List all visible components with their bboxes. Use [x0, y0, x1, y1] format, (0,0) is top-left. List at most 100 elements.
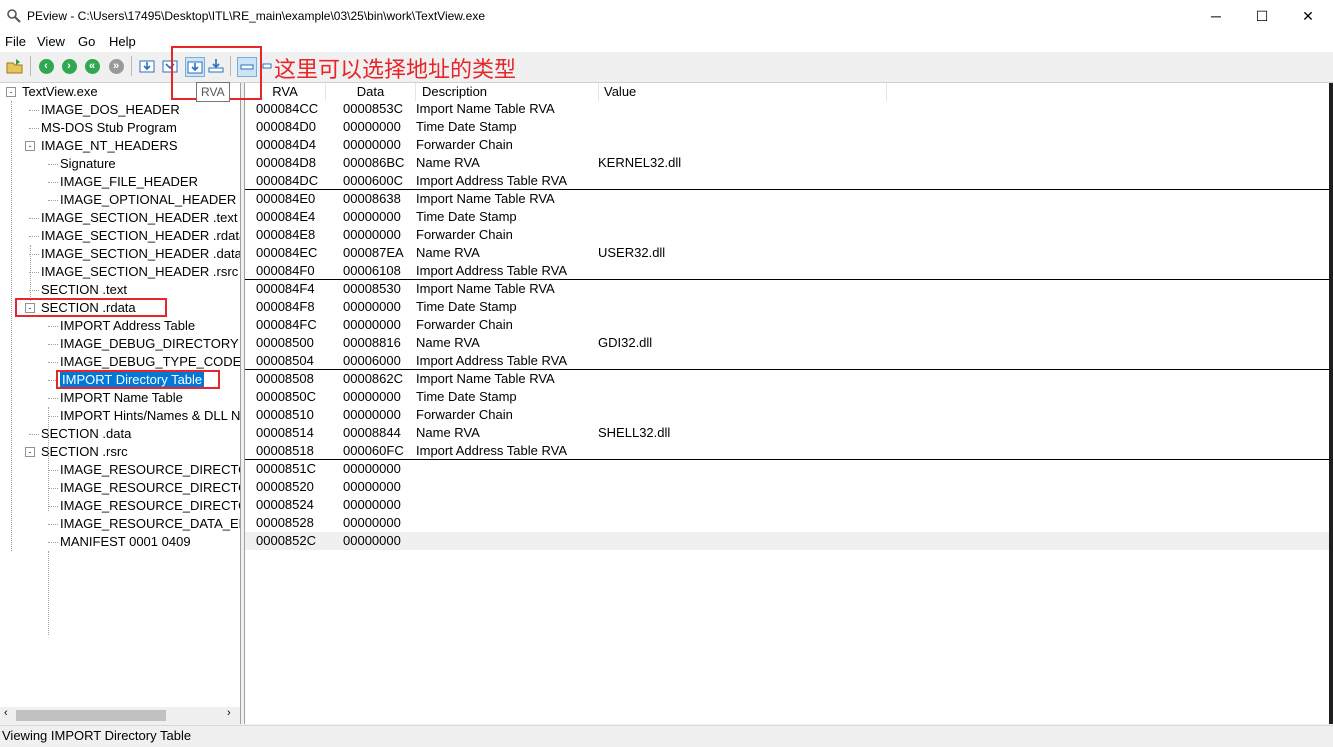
tree-node[interactable]: IMAGE_SECTION_HEADER .rsrc: [41, 263, 238, 281]
menu-view[interactable]: View: [37, 34, 65, 49]
tree-node-label[interactable]: IMAGE_FILE_HEADER: [60, 174, 198, 189]
tree-node[interactable]: IMAGE_RESOURCE_DIRECTORY NameID: [60, 479, 240, 497]
tree-node-label[interactable]: SECTION .data: [41, 426, 131, 441]
scroll-right-icon[interactable]: ›: [227, 707, 231, 719]
tree-node[interactable]: IMAGE_OPTIONAL_HEADER: [60, 191, 236, 209]
tree-node-label[interactable]: IMAGE_RESOURCE_DIRECTORY Type: [60, 462, 240, 477]
tree-node[interactable]: IMAGE_RESOURCE_DIRECTORY Language: [60, 497, 240, 515]
tree-collapse-icon[interactable]: -: [25, 447, 35, 457]
tree-node-label[interactable]: IMPORT Name Table: [60, 390, 183, 405]
tree-node[interactable]: IMAGE_RESOURCE_DATA_ENTRY: [60, 515, 240, 533]
tree-node-label[interactable]: SECTION .text: [41, 282, 127, 297]
open-file-icon[interactable]: [6, 57, 24, 75]
table-row[interactable]: [245, 478, 1330, 496]
table-row[interactable]: [245, 352, 1330, 370]
tree-node[interactable]: IMAGE_SECTION_HEADER .text: [41, 209, 238, 227]
tree-collapse-icon[interactable]: -: [25, 141, 35, 151]
menu-file[interactable]: File: [5, 34, 26, 49]
tree-node-label[interactable]: TextView.exe: [22, 84, 98, 99]
table-row[interactable]: [245, 496, 1330, 514]
table-row[interactable]: [245, 154, 1330, 172]
tree-node[interactable]: IMPORT Name Table: [60, 389, 183, 407]
tree-node[interactable]: IMAGE_DEBUG_TYPE_CODEVIEW: [60, 353, 240, 371]
tree-node[interactable]: IMAGE_FILE_HEADER: [60, 173, 198, 191]
table-row[interactable]: [245, 532, 1330, 550]
tree-node-label[interactable]: IMAGE_SECTION_HEADER .text: [41, 210, 238, 225]
tree-node-label[interactable]: IMAGE_SECTION_HEADER .rsrc: [41, 264, 238, 279]
tree-collapse-icon[interactable]: -: [6, 87, 16, 97]
detail-list[interactable]: RVA Data Description Value 000084CC 00008…: [244, 83, 1330, 724]
column-header-description[interactable]: Description: [416, 83, 599, 101]
table-row[interactable]: [245, 334, 1330, 352]
table-row[interactable]: [245, 280, 1330, 298]
minimize-button[interactable]: ─: [1193, 0, 1239, 32]
tree-node[interactable]: SECTION .rsrc: [41, 443, 128, 461]
tree-node[interactable]: IMPORT Hints/Names & DLL Names: [60, 407, 240, 425]
tree-node[interactable]: MANIFEST 0001 0409: [60, 533, 191, 551]
tree-node[interactable]: Signature: [60, 155, 116, 173]
table-row[interactable]: [245, 370, 1330, 388]
tree-node-label[interactable]: IMAGE_OPTIONAL_HEADER: [60, 192, 236, 207]
tree-view[interactable]: TextView.exe - IMAGE_DOS_HEADER MS-DOS Stub…: [0, 83, 241, 707]
table-row[interactable]: [245, 118, 1330, 136]
tree-node-label[interactable]: IMAGE_DEBUG_TYPE_CODEVIEW: [60, 354, 240, 369]
menu-help[interactable]: Help: [109, 34, 136, 49]
tree-node[interactable]: IMAGE_SECTION_HEADER .data: [41, 245, 240, 263]
tree-node[interactable]: SECTION .data: [41, 425, 131, 443]
back-icon[interactable]: ‹: [37, 57, 55, 75]
table-row[interactable]: [245, 226, 1330, 244]
tree-node[interactable]: IMAGE_SECTION_HEADER .rdata: [41, 227, 240, 245]
table-row[interactable]: [245, 388, 1330, 406]
down-icon[interactable]: »: [107, 57, 125, 75]
tree-node-label[interactable]: MS-DOS Stub Program: [41, 120, 177, 135]
tree-node-label[interactable]: MANIFEST 0001 0409: [60, 534, 191, 549]
tree-node[interactable]: IMAGE_DEBUG_DIRECTORY: [60, 335, 239, 353]
tree-node-label[interactable]: IMAGE_RESOURCE_DIRECTORY NameID: [60, 480, 240, 495]
table-row[interactable]: [245, 424, 1330, 442]
tree-node-label[interactable]: IMAGE_DOS_HEADER: [41, 102, 180, 117]
table-row[interactable]: [245, 298, 1330, 316]
table-row[interactable]: [245, 190, 1330, 208]
tree-node[interactable]: IMPORT Address Table: [60, 317, 195, 335]
scroll-left-icon[interactable]: ‹: [4, 707, 8, 719]
scroll-thumb[interactable]: [16, 710, 166, 721]
up-icon[interactable]: «: [83, 57, 101, 75]
table-row[interactable]: [245, 460, 1330, 478]
tree-node-label[interactable]: IMAGE_RESOURCE_DIRECTORY Language: [60, 498, 240, 513]
tree-node-label[interactable]: IMAGE_DEBUG_DIRECTORY: [60, 336, 239, 351]
right-edge-strip: [1329, 83, 1333, 724]
tree-node-label[interactable]: IMAGE_RESOURCE_DATA_ENTRY: [60, 516, 240, 531]
toolbar-more-icon[interactable]: [262, 57, 272, 75]
maximize-button[interactable]: ☐: [1239, 0, 1285, 32]
forward-icon[interactable]: ›: [60, 57, 78, 75]
tree-node-label[interactable]: IMAGE_NT_HEADERS: [41, 138, 178, 153]
tree-node-label[interactable]: IMPORT Hints/Names & DLL Names: [60, 408, 240, 423]
column-header-value[interactable]: Value: [599, 83, 887, 101]
table-row[interactable]: [245, 262, 1330, 280]
tree-node-label[interactable]: IMAGE_SECTION_HEADER .data: [41, 246, 240, 261]
tree-node[interactable]: IMAGE_NT_HEADERS: [41, 137, 178, 155]
tree-node[interactable]: SECTION .text: [41, 281, 127, 299]
tree-horizontal-scrollbar[interactable]: ‹ ›: [0, 707, 241, 724]
tree-node[interactable]: IMAGE_DOS_HEADER: [41, 101, 180, 119]
table-row[interactable]: [245, 406, 1330, 424]
table-row[interactable]: [245, 172, 1330, 190]
table-row[interactable]: [245, 316, 1330, 334]
tree-node[interactable]: TextView.exe: [22, 83, 98, 101]
table-row[interactable]: [245, 208, 1330, 226]
table-row[interactable]: [245, 136, 1330, 154]
tree-node-label[interactable]: IMAGE_SECTION_HEADER .rdata: [41, 228, 240, 243]
tree-node-label[interactable]: SECTION .rsrc: [41, 444, 128, 459]
view-raw-icon[interactable]: [138, 57, 156, 75]
menu-go[interactable]: Go: [78, 34, 95, 49]
tree-node-label[interactable]: IMPORT Address Table: [60, 318, 195, 333]
close-button[interactable]: ✕: [1285, 0, 1331, 32]
tree-node[interactable]: MS-DOS Stub Program: [41, 119, 177, 137]
tree-node[interactable]: IMAGE_RESOURCE_DIRECTORY Type: [60, 461, 240, 479]
table-row[interactable]: [245, 244, 1330, 262]
table-row[interactable]: [245, 100, 1330, 118]
table-row[interactable]: [245, 442, 1330, 460]
column-header-data[interactable]: Data: [326, 83, 416, 101]
table-row[interactable]: [245, 514, 1330, 532]
tree-node-label[interactable]: Signature: [60, 156, 116, 171]
